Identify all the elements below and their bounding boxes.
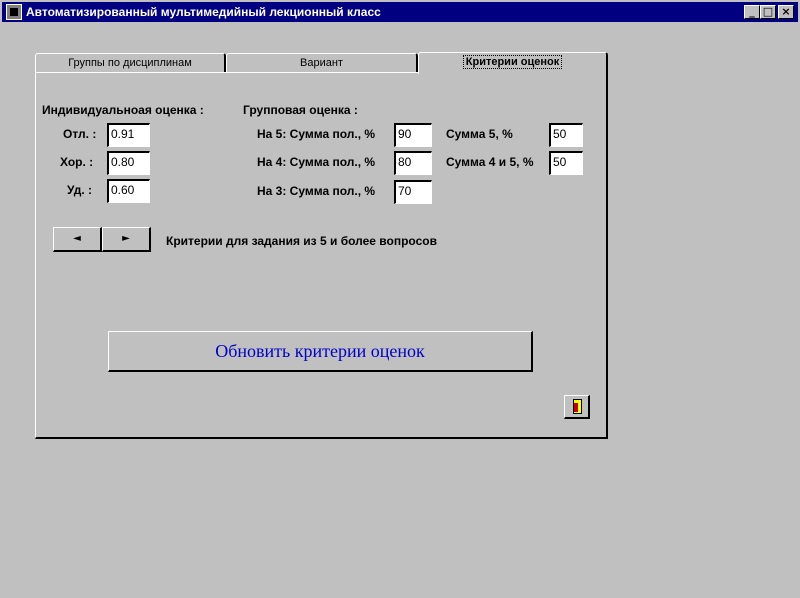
exit-door-icon bbox=[573, 399, 582, 414]
grade4-sum-field[interactable]: 80 bbox=[394, 151, 432, 175]
individual-grade-heading: Индивидуальноая оценка : bbox=[42, 103, 204, 117]
grade4-sum-label: На 4: Сумма пол., % bbox=[257, 155, 376, 169]
previous-button[interactable]: ◄ bbox=[53, 227, 102, 252]
grade5-sum-field[interactable]: 90 bbox=[394, 123, 432, 147]
satisfactory-field[interactable]: 0.60 bbox=[107, 179, 150, 203]
sum5-field[interactable]: 50 bbox=[549, 123, 583, 147]
sum4and5-field[interactable]: 50 bbox=[549, 151, 583, 175]
app-icon[interactable] bbox=[6, 4, 22, 20]
tab-label: Вариант bbox=[300, 57, 343, 69]
grade3-sum-field[interactable]: 70 bbox=[394, 180, 432, 204]
criteria-spinner: ◄ ► bbox=[53, 227, 151, 252]
good-field[interactable]: 0.80 bbox=[107, 151, 150, 175]
tab-groups-by-discipline[interactable]: Группы по дисциплинам bbox=[35, 53, 226, 73]
excellent-label: Отл. : bbox=[63, 127, 97, 141]
criteria-description: Критерии для задания из 5 и более вопрос… bbox=[166, 234, 437, 248]
good-label: Хор. : bbox=[60, 155, 94, 169]
grade5-sum-label: На 5: Сумма пол., % bbox=[257, 127, 376, 141]
arrow-right-icon: ► bbox=[122, 233, 130, 244]
arrow-left-icon: ◄ bbox=[73, 233, 81, 244]
tab-label: Критерии оценок bbox=[462, 55, 563, 69]
title-bar: Автоматизированный мультимедийный лекцио… bbox=[2, 2, 798, 22]
grade3-sum-label: На 3: Сумма пол., % bbox=[257, 184, 376, 198]
satisfactory-label: Уд. : bbox=[67, 183, 92, 197]
sum5-label: Сумма 5, % bbox=[446, 127, 513, 141]
tab-label: Группы по дисциплинам bbox=[68, 57, 192, 69]
app-window: Автоматизированный мультимедийный лекцио… bbox=[0, 0, 800, 598]
next-button[interactable]: ► bbox=[102, 227, 151, 252]
close-button[interactable]: × bbox=[778, 5, 794, 19]
minimize-button[interactable]: _ bbox=[744, 5, 760, 19]
tab-grading-criteria[interactable]: Критерии оценок bbox=[418, 52, 608, 74]
update-criteria-button[interactable]: Обновить критерии оценок bbox=[108, 331, 533, 372]
excellent-field[interactable]: 0.91 bbox=[107, 123, 150, 147]
maximize-button[interactable]: □ bbox=[760, 5, 776, 19]
window-title: Автоматизированный мультимедийный лекцио… bbox=[26, 5, 381, 19]
tab-variant[interactable]: Вариант bbox=[226, 53, 418, 73]
group-grade-heading: Групповая оценка : bbox=[243, 103, 358, 117]
update-criteria-label: Обновить критерии оценок bbox=[215, 341, 425, 361]
sum4and5-label: Сумма 4 и 5, % bbox=[446, 155, 534, 169]
exit-button[interactable] bbox=[564, 395, 590, 419]
